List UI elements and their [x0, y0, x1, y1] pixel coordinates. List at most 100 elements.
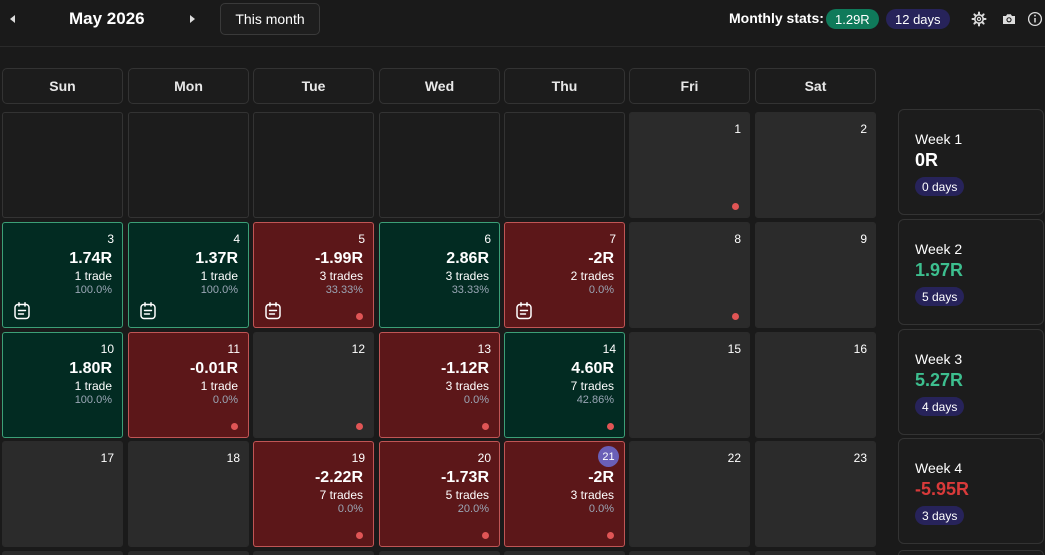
- trade-count: 1 trade: [74, 379, 112, 393]
- day-cell-partial: [128, 551, 249, 555]
- week-r-value: 1.97R: [915, 260, 964, 280]
- day-pnl: -0.01R: [189, 360, 238, 377]
- day-number: 3: [107, 232, 114, 246]
- day-cell-partial: [253, 551, 374, 555]
- day-cell-empty: [128, 112, 249, 218]
- win-rate: 20.0%: [457, 503, 489, 515]
- day-cell[interactable]: 20 -1.73R 5 trades 20.0%: [379, 441, 500, 547]
- day-number: 10: [100, 342, 114, 356]
- week-summary-card[interactable]: Week 1 0R 0 days: [898, 109, 1044, 215]
- trade-count: 2 trades: [570, 269, 614, 283]
- win-rate: 100.0%: [200, 284, 238, 296]
- status-dot: [482, 532, 489, 539]
- day-number: 20: [477, 451, 491, 465]
- win-rate: 100.0%: [74, 394, 112, 406]
- settings-button[interactable]: [971, 11, 987, 27]
- day-number: 22: [727, 451, 741, 465]
- day-cell-partial: [755, 551, 876, 555]
- info-icon: [1027, 11, 1043, 27]
- info-button[interactable]: [1027, 11, 1043, 27]
- monthly-stats-label: Monthly stats:: [729, 10, 824, 26]
- day-cell[interactable]: 17: [2, 441, 123, 547]
- day-cell[interactable]: 21 -2R 3 trades 0.0%: [504, 441, 625, 547]
- day-cell[interactable]: 5 -1.99R 3 trades 33.33%: [253, 222, 374, 328]
- week-label: Week 1: [915, 131, 963, 147]
- weekday-header-mon: Mon: [128, 68, 249, 104]
- day-cell-partial: [2, 551, 123, 555]
- day-number: 5: [358, 232, 365, 246]
- day-cell[interactable]: 2: [755, 112, 876, 218]
- status-dot: [732, 313, 739, 320]
- trade-count: 1 trade: [200, 379, 238, 393]
- day-cell[interactable]: 18: [128, 441, 249, 547]
- day-cell[interactable]: 23: [755, 441, 876, 547]
- week-days-badge: 3 days: [915, 506, 965, 525]
- day-pnl: -2R: [588, 250, 614, 267]
- week-summary-card[interactable]: Week 3 5.27R 4 days: [898, 329, 1044, 435]
- day-pnl: -1.99R: [314, 250, 363, 267]
- prev-month-button[interactable]: [5, 10, 21, 28]
- day-cell-partial: [629, 551, 750, 555]
- weekday-header-thu: Thu: [504, 68, 625, 104]
- day-cell[interactable]: 7 -2R 2 trades 0.0%: [504, 222, 625, 328]
- journal-note-icon[interactable]: [138, 301, 158, 321]
- journal-note-icon[interactable]: [12, 301, 32, 321]
- day-number: 23: [853, 451, 867, 465]
- day-cell[interactable]: 1: [629, 112, 750, 218]
- day-number: 11: [227, 342, 240, 356]
- week-days-badge: 4 days: [915, 397, 965, 416]
- day-number: 8: [734, 232, 741, 246]
- win-rate: 0.0%: [212, 394, 238, 406]
- day-number: 13: [477, 342, 491, 356]
- day-cell[interactable]: 6 2.86R 3 trades 33.33%: [379, 222, 500, 328]
- trade-count: 7 trades: [570, 379, 614, 393]
- day-cell-empty: [504, 112, 625, 218]
- day-cell[interactable]: 16: [755, 332, 876, 438]
- day-cell[interactable]: 12: [253, 332, 374, 438]
- week-r-value: 5.27R: [915, 370, 964, 390]
- weekday-header-wed: Wed: [379, 68, 500, 104]
- trade-count: 7 trades: [319, 488, 363, 502]
- weekday-header-sun: Sun: [2, 68, 123, 104]
- day-pnl: 1.74R: [69, 250, 112, 267]
- screenshot-button[interactable]: [1001, 11, 1017, 27]
- day-cell[interactable]: 9: [755, 222, 876, 328]
- next-month-button[interactable]: [184, 10, 200, 28]
- day-cell[interactable]: 14 4.60R 7 trades 42.86%: [504, 332, 625, 438]
- win-rate: 100.0%: [74, 284, 112, 296]
- week-summary-card[interactable]: Week 4 -5.95R 3 days: [898, 438, 1044, 544]
- day-cell[interactable]: 19 -2.22R 7 trades 0.0%: [253, 441, 374, 547]
- win-rate: 0.0%: [337, 503, 363, 515]
- day-pnl: 1.80R: [69, 360, 112, 377]
- gear-icon: [971, 11, 987, 27]
- week-label: Week 3: [915, 351, 963, 367]
- day-number: 17: [100, 451, 114, 465]
- journal-note-icon[interactable]: [514, 301, 534, 321]
- trade-count: 3 trades: [319, 269, 363, 283]
- day-number-today: 21: [598, 446, 619, 467]
- journal-note-icon[interactable]: [263, 301, 283, 321]
- day-cell-empty: [2, 112, 123, 218]
- day-pnl: -2.22R: [314, 469, 363, 486]
- day-cell[interactable]: 13 -1.12R 3 trades 0.0%: [379, 332, 500, 438]
- day-number: 15: [727, 342, 741, 356]
- day-pnl: -1.73R: [440, 469, 489, 486]
- day-cell[interactable]: 15: [629, 332, 750, 438]
- week-summary-card[interactable]: Week 2 1.97R 5 days: [898, 219, 1044, 325]
- day-cell[interactable]: 3 1.74R 1 trade 100.0%: [2, 222, 123, 328]
- win-rate: 0.0%: [463, 394, 489, 406]
- status-dot: [356, 313, 363, 320]
- monthly-stats-r-badge: 1.29R: [826, 9, 879, 29]
- day-cell[interactable]: 10 1.80R 1 trade 100.0%: [2, 332, 123, 438]
- weekday-header-tue: Tue: [253, 68, 374, 104]
- week-summary-card-partial: [898, 550, 1044, 555]
- trade-count: 1 trade: [200, 269, 238, 283]
- day-cell[interactable]: 8: [629, 222, 750, 328]
- day-number: 16: [853, 342, 867, 356]
- day-cell[interactable]: 22: [629, 441, 750, 547]
- day-cell[interactable]: 4 1.37R 1 trade 100.0%: [128, 222, 249, 328]
- day-cell[interactable]: 11 -0.01R 1 trade 0.0%: [128, 332, 249, 438]
- win-rate: 0.0%: [588, 503, 614, 515]
- week-label: Week 2: [915, 241, 963, 257]
- this-month-button[interactable]: This month: [220, 3, 320, 35]
